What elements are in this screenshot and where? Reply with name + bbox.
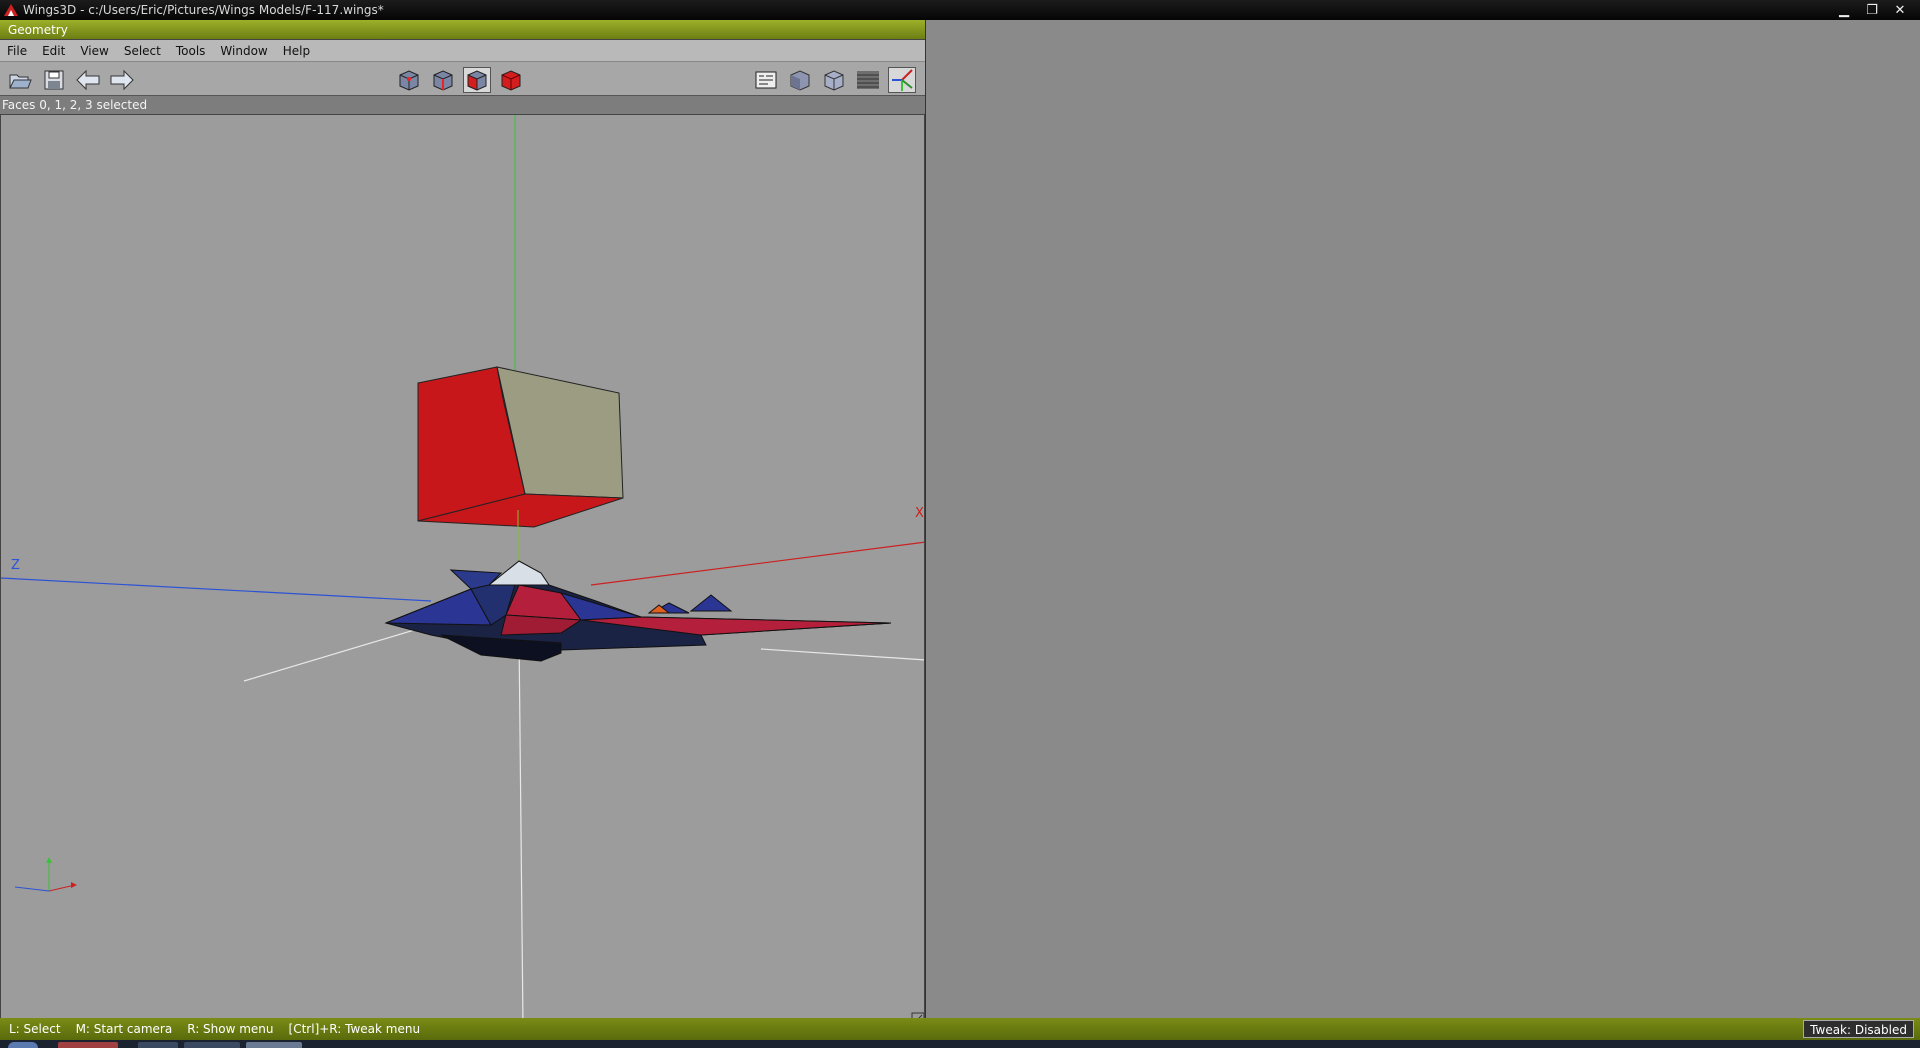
axis-gizmo xyxy=(14,857,77,892)
menu-file[interactable]: File xyxy=(0,44,35,58)
flat-cube-icon[interactable] xyxy=(820,67,848,93)
window-titlebar: Wings3D - c:/Users/Eric/Pictures/Wings M… xyxy=(0,0,1920,20)
restore-icon[interactable]: ❐ xyxy=(1858,0,1886,20)
os-taskbar xyxy=(0,1040,1920,1048)
f117-model[interactable] xyxy=(384,560,892,662)
tweak-status[interactable]: Tweak: Disabled xyxy=(1803,1020,1914,1038)
x-axis-label: X xyxy=(915,506,924,521)
wings3d-app-icon xyxy=(4,4,18,16)
save-icon[interactable] xyxy=(40,67,68,93)
minimize-icon[interactable]: ▁ xyxy=(1830,0,1858,20)
vertex-mode-icon[interactable] xyxy=(395,67,423,93)
menu-bar: File Edit View Select Tools Window Help xyxy=(0,40,925,62)
selection-status: Faces 0, 1, 2, 3 selected xyxy=(0,96,925,114)
selected-cube[interactable] xyxy=(417,366,624,528)
window-controls: ▁ ❐ ✕ xyxy=(1830,0,1914,20)
start-button[interactable] xyxy=(8,1042,38,1048)
menu-select[interactable]: Select xyxy=(117,44,169,58)
taskbar-item[interactable] xyxy=(58,1042,118,1048)
menu-help[interactable]: Help xyxy=(276,44,318,58)
window-title: Wings3D - c:/Users/Eric/Pictures/Wings M… xyxy=(23,3,384,17)
3d-viewport[interactable]: X Z xyxy=(0,114,925,1026)
menu-window[interactable]: Window xyxy=(213,44,275,58)
x-axis-line xyxy=(590,541,924,586)
edge-mode-icon[interactable] xyxy=(429,67,457,93)
smooth-shade-icon[interactable] xyxy=(786,67,814,93)
face-mode-icon[interactable] xyxy=(463,67,491,93)
help-info-bar: L: Select M: Start camera R: Show menu [… xyxy=(0,1018,1920,1040)
menu-tools[interactable]: Tools xyxy=(169,44,214,58)
empty-workspace xyxy=(926,20,1920,1016)
neg-z-axis-line xyxy=(760,648,924,661)
z-axis-label: Z xyxy=(11,558,20,573)
taskbar-item[interactable] xyxy=(138,1042,178,1048)
undo-arrow-icon[interactable] xyxy=(74,67,102,93)
menu-view[interactable]: View xyxy=(73,44,116,58)
axes-icon[interactable] xyxy=(888,67,916,93)
hint-right-click: R: Show menu xyxy=(187,1022,274,1036)
neg-y-axis-line xyxy=(518,634,524,1025)
geometry-window-title[interactable]: Geometry xyxy=(0,20,925,40)
menu-edit[interactable]: Edit xyxy=(35,44,73,58)
hint-middle-click: M: Start camera xyxy=(75,1022,173,1036)
toolbar xyxy=(0,62,925,96)
z-axis-line xyxy=(1,577,432,602)
close-icon[interactable]: ✕ xyxy=(1886,0,1914,20)
neg-x-axis-line xyxy=(243,624,432,682)
taskbar-item[interactable] xyxy=(184,1042,240,1048)
redo-arrow-icon[interactable] xyxy=(108,67,136,93)
hint-left-click: L: Select xyxy=(9,1022,61,1036)
groundplane-icon[interactable] xyxy=(752,67,780,93)
taskbar-item[interactable] xyxy=(246,1042,302,1048)
open-folder-icon[interactable] xyxy=(6,67,34,93)
object-mode-icon[interactable] xyxy=(497,67,525,93)
grid-icon[interactable] xyxy=(854,67,882,93)
geometry-window: Geometry File Edit View Select Tools Win… xyxy=(0,20,926,1026)
hint-ctrl-right-click: [Ctrl]+R: Tweak menu xyxy=(288,1022,421,1036)
